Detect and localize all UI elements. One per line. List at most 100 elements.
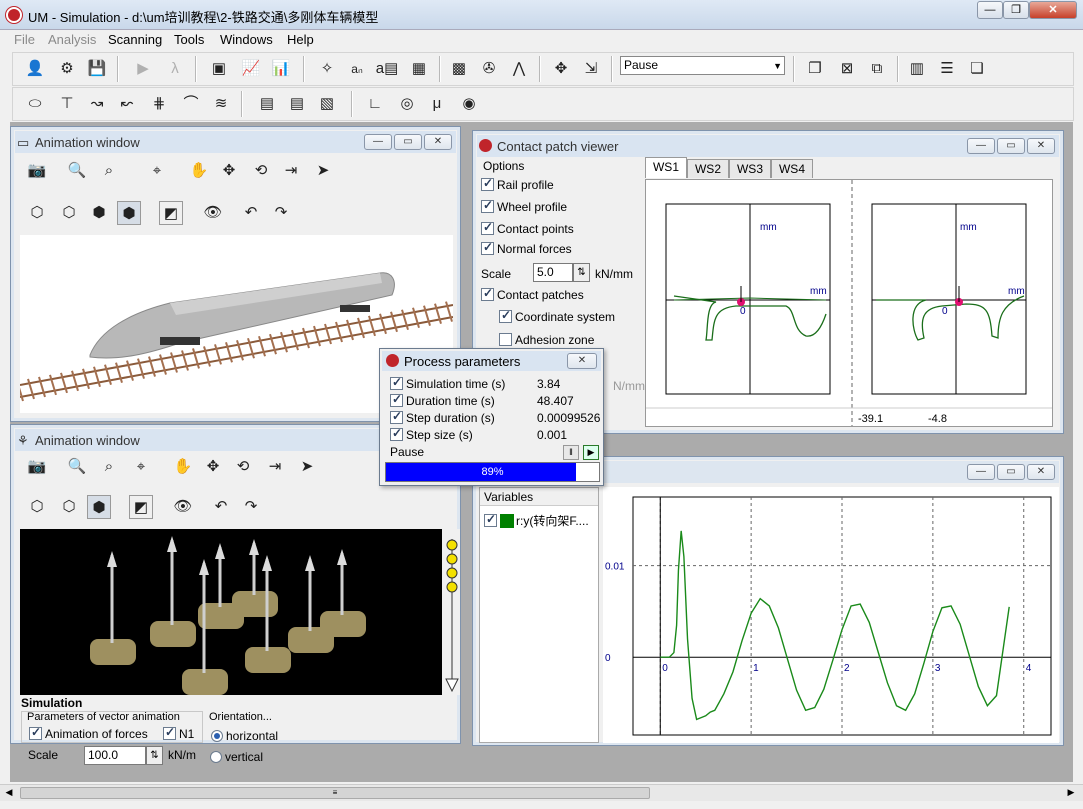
rail-profile-icon[interactable]: ⊤ (55, 92, 79, 116)
duration-time-checkbox[interactable]: Duration time (s) (390, 392, 495, 408)
menu-tools[interactable]: Tools (174, 32, 204, 47)
scroll-thumb[interactable]: ≡ (20, 787, 650, 799)
wireframe-icon[interactable]: ⬡ (25, 201, 49, 225)
pan-hand-icon[interactable]: ✋ (171, 455, 195, 479)
zoom-fit-icon[interactable]: ⌕ (97, 159, 121, 183)
rotate-icon[interactable]: ⟲ (231, 455, 255, 479)
lambda-icon[interactable]: λ (163, 57, 187, 81)
camera-icon[interactable]: 📷 (25, 159, 49, 183)
hidden-line-icon[interactable]: ⬡ (57, 201, 81, 225)
settings-icon[interactable]: ⚙ (55, 57, 79, 81)
friction-mu-icon[interactable]: μ (425, 92, 449, 116)
step-size-checkbox[interactable]: Step size (s) (390, 426, 473, 442)
move-icon[interactable]: ✥ (217, 159, 241, 183)
restore-windows-icon[interactable]: ⧉ (865, 57, 889, 81)
menu-windows[interactable]: Windows (220, 32, 273, 47)
curve-icon[interactable]: ⌒ (179, 92, 203, 116)
target-icon[interactable]: ⌖ (145, 159, 169, 183)
run-icon[interactable]: ▶ (131, 57, 155, 81)
contact-ring-icon[interactable]: ◎ (395, 92, 419, 116)
tab-ws2[interactable]: WS2 (687, 159, 729, 178)
wheel-tool-icon[interactable]: ✇ (477, 57, 501, 81)
solid-shade-icon[interactable]: ⬢ (87, 495, 111, 519)
scroll-right-icon[interactable]: ▶ (1064, 787, 1078, 799)
perspective-icon[interactable]: ◩ (159, 201, 183, 225)
axes-icon[interactable]: ∟ (363, 92, 387, 116)
tab-ws4[interactable]: WS4 (771, 159, 813, 178)
normal-forces-checkbox[interactable]: Normal forces (481, 240, 572, 256)
n1-checkbox[interactable]: N1 (163, 725, 194, 741)
wireframe-icon[interactable]: ⬡ (25, 495, 49, 519)
zoom-icon[interactable]: 🔍 (65, 455, 89, 479)
wheel-wear-icon[interactable]: ◉ (457, 92, 481, 116)
step-duration-checkbox[interactable]: Step duration (s) (390, 409, 495, 425)
zoom-icon[interactable]: 🔍 (65, 159, 89, 183)
rotate-left-icon[interactable]: ↶ (209, 495, 233, 519)
move-icon[interactable]: ✥ (201, 455, 225, 479)
wheel-profile-icon[interactable]: ⬭ (23, 92, 47, 116)
cascade-windows-icon[interactable]: ❐ (803, 57, 827, 81)
play-button[interactable]: ▶ (583, 445, 599, 460)
eye-icon[interactable]: 👁 (171, 495, 195, 519)
report-icon[interactable]: ▤ (255, 92, 279, 116)
rotate-icon[interactable]: ⟲ (249, 159, 273, 183)
mode-select[interactable]: Pause ▼ (620, 56, 785, 75)
pan-hand-icon[interactable]: ✋ (187, 159, 211, 183)
close-button[interactable]: ✕ (567, 353, 597, 369)
maximize-button[interactable]: ❐ (1003, 1, 1029, 19)
track-icon[interactable]: ⋕ (147, 92, 171, 116)
translate-icon[interactable]: ⇥ (279, 159, 303, 183)
tab-ws1[interactable]: WS1 (645, 157, 687, 178)
save-icon[interactable]: 💾 (85, 57, 109, 81)
menu-analysis[interactable]: Analysis (48, 32, 96, 47)
pointer-icon[interactable]: ➤ (311, 159, 335, 183)
vector-scale-input[interactable]: 100.0 (84, 746, 146, 765)
menu-file[interactable]: File (14, 32, 35, 47)
text-report-icon[interactable]: a▤ (375, 57, 399, 81)
perspective-icon[interactable]: ◩ (129, 495, 153, 519)
vertical-radio[interactable]: vertical (210, 750, 263, 764)
translate-icon[interactable]: ⇥ (263, 455, 287, 479)
close-button[interactable]: ✕ (424, 134, 452, 150)
arrange-icon[interactable]: ❏ (965, 57, 989, 81)
spectrum-icon[interactable]: ⋀ (507, 57, 531, 81)
eye-icon[interactable]: 👁 (201, 201, 225, 225)
matrix-icon[interactable]: ▩ (447, 57, 471, 81)
close-button[interactable]: ✕ (1027, 138, 1055, 154)
force-vectors-3d-view[interactable] (20, 529, 462, 695)
zoom-fit-icon[interactable]: ⌕ (97, 455, 121, 479)
contact-patches-checkbox[interactable]: Contact patches (481, 286, 584, 302)
minimize-button[interactable]: — (967, 138, 995, 154)
new-animation-window-icon[interactable]: ▣ (207, 57, 231, 81)
export-icon[interactable]: ⇲ (579, 57, 603, 81)
maximize-button[interactable]: ▭ (997, 138, 1025, 154)
horizontal-scrollbar[interactable]: ◀ ≡ ▶ (0, 784, 1083, 801)
maximize-button[interactable]: ▭ (997, 464, 1025, 480)
scan-icon[interactable]: ✥ (549, 57, 573, 81)
menu-scanning[interactable]: Scanning (108, 32, 162, 47)
camera-icon[interactable]: 📷 (25, 455, 49, 479)
switch-icon[interactable]: ↝ (85, 92, 109, 116)
force-scale-input[interactable]: 5.0 (533, 263, 573, 282)
force-scale-spinner[interactable]: ⇅ (573, 263, 590, 282)
variables-an-icon[interactable]: aₙ (345, 57, 369, 81)
pause-button[interactable]: ‖ (563, 445, 579, 460)
table-icon[interactable]: ▦ (407, 57, 431, 81)
variable-item[interactable]: r:y(转向架F.... (484, 512, 589, 529)
flat-shade-icon[interactable]: ⬢ (87, 201, 111, 225)
horizontal-radio[interactable]: horizontal (211, 729, 278, 743)
wizard-icon[interactable]: ✧ (315, 57, 339, 81)
scroll-left-icon[interactable]: ◀ (2, 787, 16, 799)
close-windows-icon[interactable]: ⊠ (835, 57, 859, 81)
wheel-profile-checkbox[interactable]: Wheel profile (481, 198, 567, 214)
tile-vertical-icon[interactable]: ▥ (905, 57, 929, 81)
rotate-right-icon[interactable]: ↷ (269, 201, 293, 225)
track-irregularity-icon[interactable]: ↜ (115, 92, 139, 116)
pointer-icon[interactable]: ➤ (295, 455, 319, 479)
rotate-left-icon[interactable]: ↶ (239, 201, 263, 225)
menu-help[interactable]: Help (287, 32, 314, 47)
open-model-icon[interactable]: 👤 (23, 57, 47, 81)
coordinate-system-checkbox[interactable]: Coordinate system (499, 308, 615, 324)
animation-of-forces-checkbox[interactable]: Animation of forces (29, 725, 148, 741)
minimize-button[interactable]: — (364, 134, 392, 150)
